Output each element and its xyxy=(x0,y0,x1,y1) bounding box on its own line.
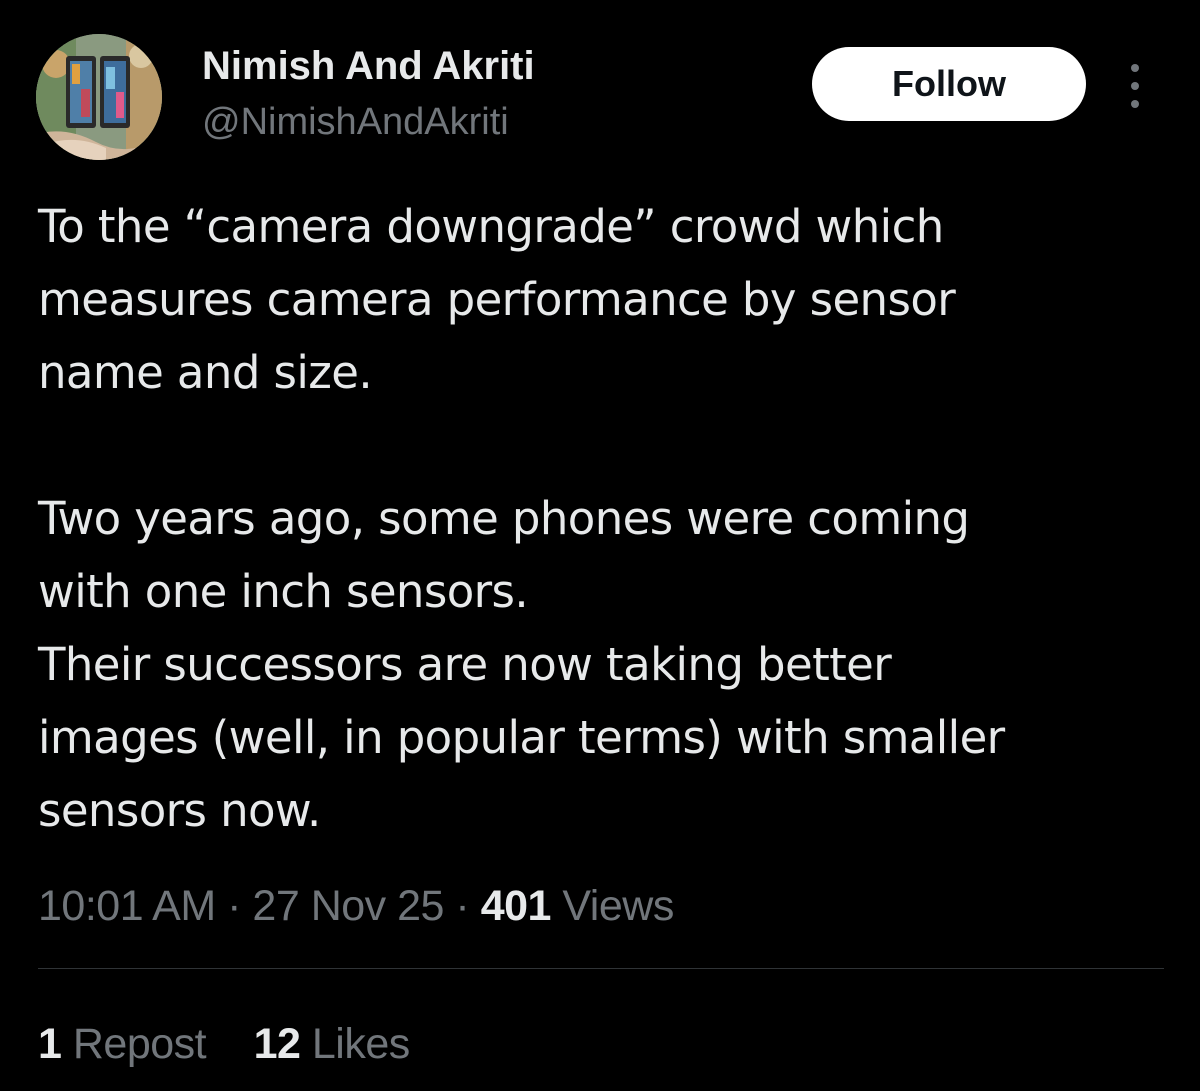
reposts-count: 1 xyxy=(38,1020,62,1068)
avatar-photo xyxy=(36,34,162,160)
meta-separator: · xyxy=(455,882,470,930)
tweet-date[interactable]: 27 Nov 25 xyxy=(252,882,444,930)
meta-separator: · xyxy=(227,882,241,930)
tweet-time[interactable]: 10:01 AM xyxy=(38,882,216,930)
dot xyxy=(1131,100,1139,108)
more-vertical-icon[interactable] xyxy=(1120,64,1150,108)
tweet-meta: 10:01 AM · 27 Nov 25 · 401 Views xyxy=(38,878,674,934)
tweet-line: sensors now. xyxy=(38,784,321,837)
tweet-text: To the “camera downgrade” crowd which me… xyxy=(38,190,1178,847)
reposts-stat[interactable]: 1 Repost xyxy=(38,1020,218,1068)
tweet-line: To the “camera downgrade” crowd which xyxy=(38,200,944,253)
engagement-stats: 1 Repost 12 Likes xyxy=(38,1016,410,1072)
dot xyxy=(1131,82,1139,90)
likes-stat[interactable]: 12 Likes xyxy=(253,1020,411,1068)
tweet-line: Two years ago, some phones were coming xyxy=(38,492,970,545)
tweet-line: images (well, in popular terms) with sma… xyxy=(38,711,1005,764)
tweet-line: with one inch sensors. xyxy=(38,565,529,618)
views-label: Views xyxy=(562,882,674,930)
likes-count: 12 xyxy=(253,1020,301,1068)
tweet-line: Their successors are now taking better xyxy=(38,638,892,691)
likes-label: Likes xyxy=(311,1020,410,1068)
reposts-label: Repost xyxy=(72,1020,207,1068)
author-display-name[interactable]: Nimish And Akriti xyxy=(202,40,535,92)
dot xyxy=(1131,64,1139,72)
tweet-line: name and size. xyxy=(38,346,373,399)
follow-button[interactable]: Follow xyxy=(812,47,1086,121)
avatar[interactable] xyxy=(36,34,162,160)
author-handle[interactable]: @NimishAndAkriti xyxy=(202,96,509,148)
views-count: 401 xyxy=(480,882,552,930)
divider xyxy=(38,968,1164,969)
tweet-line: measures camera performance by sensor xyxy=(38,273,956,326)
